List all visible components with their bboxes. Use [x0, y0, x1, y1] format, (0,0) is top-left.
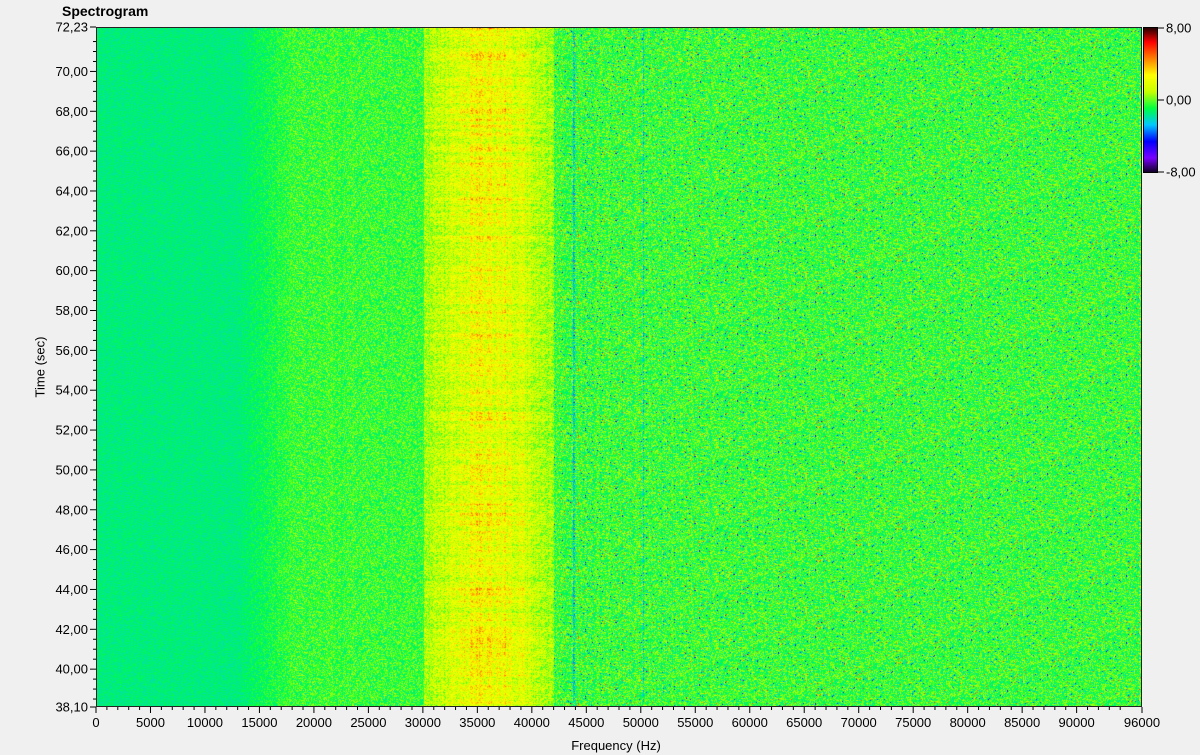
x-tick-label: 50000 — [623, 715, 659, 730]
x-tick-label: 20000 — [296, 715, 332, 730]
x-tick-label: 5000 — [136, 715, 165, 730]
x-tick-label: 60000 — [732, 715, 768, 730]
y-tick-label: 54,00 — [55, 383, 88, 398]
y-tick-label: 64,00 — [55, 183, 88, 198]
y-tick-label: 48,00 — [55, 502, 88, 517]
x-tick-label: 55000 — [677, 715, 713, 730]
y-tick-label: 40,00 — [55, 662, 88, 677]
x-tick-label: 10000 — [187, 715, 223, 730]
x-tick-label: 75000 — [895, 715, 931, 730]
y-tick-label: 50,00 — [55, 462, 88, 477]
x-tick-label: 80000 — [950, 715, 986, 730]
y-tick-label: 52,00 — [55, 423, 88, 438]
y-tick-label: 46,00 — [55, 542, 88, 557]
y-tick-label: 42,00 — [55, 622, 88, 637]
x-tick-label: 85000 — [1004, 715, 1040, 730]
y-axis-label: Time (sec) — [32, 336, 48, 398]
y-tick-label: 56,00 — [55, 343, 88, 358]
x-tick-label: 45000 — [568, 715, 604, 730]
x-tick-label: 0 — [92, 715, 99, 730]
x-tick-label: 35000 — [459, 715, 495, 730]
x-axis-label: Frequency (Hz) — [571, 738, 661, 753]
colorbar-tick-label: 8,00 — [1166, 21, 1191, 36]
x-tick-label: 96000 — [1124, 715, 1160, 730]
x-tick-label: 40000 — [514, 715, 550, 730]
y-tick-label: 58,00 — [55, 303, 88, 318]
x-tick-label: 30000 — [405, 715, 441, 730]
x-tick-label: 25000 — [350, 715, 386, 730]
y-tick-label: 68,00 — [55, 104, 88, 119]
y-tick-label: 44,00 — [55, 582, 88, 597]
x-tick-label: 70000 — [841, 715, 877, 730]
colorbar-tick-label: -8,00 — [1166, 165, 1196, 180]
y-tick-label: 72,23 — [55, 20, 88, 35]
colorbar-tick-label: 0,00 — [1166, 93, 1191, 108]
x-tick-label: 90000 — [1059, 715, 1095, 730]
y-tick-label: 62,00 — [55, 223, 88, 238]
y-tick-label: 60,00 — [55, 263, 88, 278]
y-tick-label: 66,00 — [55, 144, 88, 159]
axes: 38,10 40,00 42,00 44,00 46,00 48,00 50,00 52,00… — [55, 20, 1196, 731]
y-tick-label: 38,10 — [55, 700, 88, 715]
x-tick-label: 65000 — [786, 715, 822, 730]
y-tick-label: 70,00 — [55, 64, 88, 79]
x-tick-label: 15000 — [241, 715, 277, 730]
